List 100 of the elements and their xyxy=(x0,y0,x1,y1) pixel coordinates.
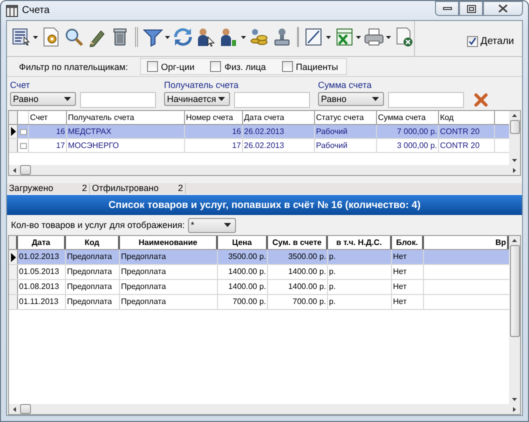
maximize-button[interactable] xyxy=(459,1,483,16)
table-cell: Рабочий xyxy=(315,125,377,138)
table-cell: Нет xyxy=(392,250,424,264)
column-header[interactable]: Номер счета xyxy=(185,111,243,124)
table-row[interactable]: 01.02.2013 Предоплата Предоплата 3500.00 р. 3500.00 р. р. Нет xyxy=(9,250,509,265)
toolbar-button[interactable] xyxy=(11,26,38,48)
payer-checkbox[interactable]: Орг-ции xyxy=(146,61,194,72)
table-cell: 16 xyxy=(29,125,67,138)
operator-dropdown[interactable]: Равно xyxy=(10,92,76,106)
table-cell: МЕДСТРАХ xyxy=(67,125,185,138)
table-row[interactable]: 01.11.2013 Предоплата Предоплата 700.00 р. 700.00 р. р. Нет xyxy=(9,295,509,310)
close-button[interactable] xyxy=(483,1,523,16)
horizontal-scrollbar[interactable] xyxy=(9,165,520,175)
table-cell: Предоплата xyxy=(66,265,120,279)
table-cell: МОСЭНЕРГО xyxy=(67,139,185,152)
toolbar-button[interactable] xyxy=(218,26,246,48)
scroll-thumb[interactable] xyxy=(20,165,31,175)
column-header[interactable]: Сумма счета xyxy=(377,111,439,124)
operator-dropdown[interactable]: Начинается xyxy=(164,92,230,106)
table-row[interactable]: 16 МЕДСТРАХ 16 26.02.2013 Рабочий 7 000,00 р. CONTR 20 xyxy=(9,125,509,139)
scroll-right-icon[interactable] xyxy=(513,168,516,172)
table-cell: 01.05.2013 xyxy=(18,265,66,279)
minimize-button[interactable] xyxy=(435,1,459,16)
table-cell: 700.00 р. xyxy=(268,295,328,309)
table-cell: Предоплата xyxy=(66,280,120,294)
table-cell: 3500.00 р. xyxy=(218,250,268,264)
scroll-left-icon[interactable] xyxy=(13,168,16,172)
vertical-scrollbar[interactable] xyxy=(509,236,520,404)
scroll-thumb[interactable] xyxy=(510,120,520,134)
payer-checkbox[interactable]: Физ. лица xyxy=(210,61,266,72)
caret-icon xyxy=(64,97,71,101)
row-checkbox[interactable] xyxy=(20,128,26,134)
window-title: Счета xyxy=(22,5,50,16)
table-cell: CONTR 20 xyxy=(439,139,495,152)
table-row[interactable]: 17 МОСЭНЕРГО 17 26.02.2013 Рабочий 3 000,00 р. CONTR 20 xyxy=(9,139,509,153)
table-cell: 1400.00 р. xyxy=(268,265,328,279)
row-checkbox[interactable] xyxy=(20,142,26,148)
table-cell: Предоплата xyxy=(120,265,218,279)
table-cell: CONTR 20 xyxy=(439,125,495,138)
payer-checkbox[interactable]: Пациенты xyxy=(282,61,338,72)
search-icon xyxy=(64,27,84,47)
table-cell: 16 xyxy=(185,125,243,138)
table-cell: 3500.00 р. xyxy=(268,250,328,264)
scroll-up-icon[interactable] xyxy=(512,239,517,242)
operator-dropdown[interactable]: Равно xyxy=(318,92,384,106)
column-header[interactable]: Счет xyxy=(29,111,67,124)
resize-icon xyxy=(304,27,324,47)
column-header[interactable]: Код xyxy=(439,111,495,124)
table-cell: 1400.00 р. xyxy=(218,265,268,279)
table-cell: Нет xyxy=(392,265,424,279)
scroll-down-icon[interactable] xyxy=(512,159,517,162)
table-cell: Предоплата xyxy=(66,250,120,264)
scroll-down-icon[interactable] xyxy=(512,398,517,401)
vertical-scrollbar[interactable] xyxy=(509,111,520,165)
filter-input[interactable] xyxy=(388,92,464,108)
table-cell: 700.00 р. xyxy=(218,295,268,309)
toolbar-button[interactable] xyxy=(196,26,216,48)
toolbar-button[interactable] xyxy=(304,26,331,48)
toolbar-button[interactable] xyxy=(272,26,292,48)
table-row[interactable]: 01.05.2013 Предоплата Предоплата 1400.00 р. 1400.00 р. р. Нет xyxy=(9,265,509,280)
column-header[interactable]: Получатель счета xyxy=(67,111,185,124)
spreadsheet-icon xyxy=(334,27,354,47)
column-header[interactable]: Дата счета xyxy=(243,111,315,124)
caret-icon xyxy=(218,97,225,101)
scroll-right-icon[interactable] xyxy=(513,406,516,412)
scroll-left-icon[interactable] xyxy=(13,406,16,412)
coins-icon xyxy=(248,27,268,47)
toolbar-button[interactable] xyxy=(364,26,391,48)
filter-input[interactable] xyxy=(234,92,310,108)
section-header: Список товаров и услуг, попавших в счёт № 16 (количество: 4) xyxy=(7,195,522,215)
caret-icon xyxy=(372,97,379,101)
details-checkbox[interactable]: Детали xyxy=(466,27,514,56)
checkmark-icon xyxy=(468,37,477,46)
filter-input[interactable] xyxy=(80,92,156,108)
table-cell: р. xyxy=(328,295,392,309)
scroll-thumb[interactable] xyxy=(20,404,31,414)
table-cell: Нет xyxy=(392,295,424,309)
table-row[interactable]: 01.08.2013 Предоплата Предоплата 1400.00 р. 1400.00 р. р. Нет xyxy=(9,280,509,295)
toolbar-button[interactable] xyxy=(394,26,414,48)
scroll-thumb[interactable] xyxy=(510,245,520,337)
printer-icon xyxy=(364,27,384,47)
caret-icon xyxy=(224,223,231,227)
status-label: Отфильтровано xyxy=(92,183,159,194)
filter-label: Счет xyxy=(10,80,31,90)
table-cell: 1400.00 р. xyxy=(268,280,328,294)
table-cell: 26.02.2013 xyxy=(243,125,315,138)
scroll-up-icon[interactable] xyxy=(512,114,517,117)
column-header[interactable]: Статус счета xyxy=(315,111,377,124)
table-cell: 26.02.2013 xyxy=(243,139,315,152)
status-label: Загружено xyxy=(9,183,54,194)
table-cell: 01.08.2013 xyxy=(18,280,66,294)
clear-filter-button[interactable] xyxy=(472,93,488,108)
table-cell: р. xyxy=(328,280,392,294)
stamp-icon xyxy=(272,27,292,47)
table-cell: 01.11.2013 xyxy=(18,295,66,309)
filter-label: Сумма счета xyxy=(318,80,373,90)
count-dropdown[interactable]: * xyxy=(188,218,236,232)
horizontal-scrollbar[interactable] xyxy=(9,404,520,414)
minimize-icon xyxy=(442,6,452,11)
current-row-icon xyxy=(10,127,16,136)
